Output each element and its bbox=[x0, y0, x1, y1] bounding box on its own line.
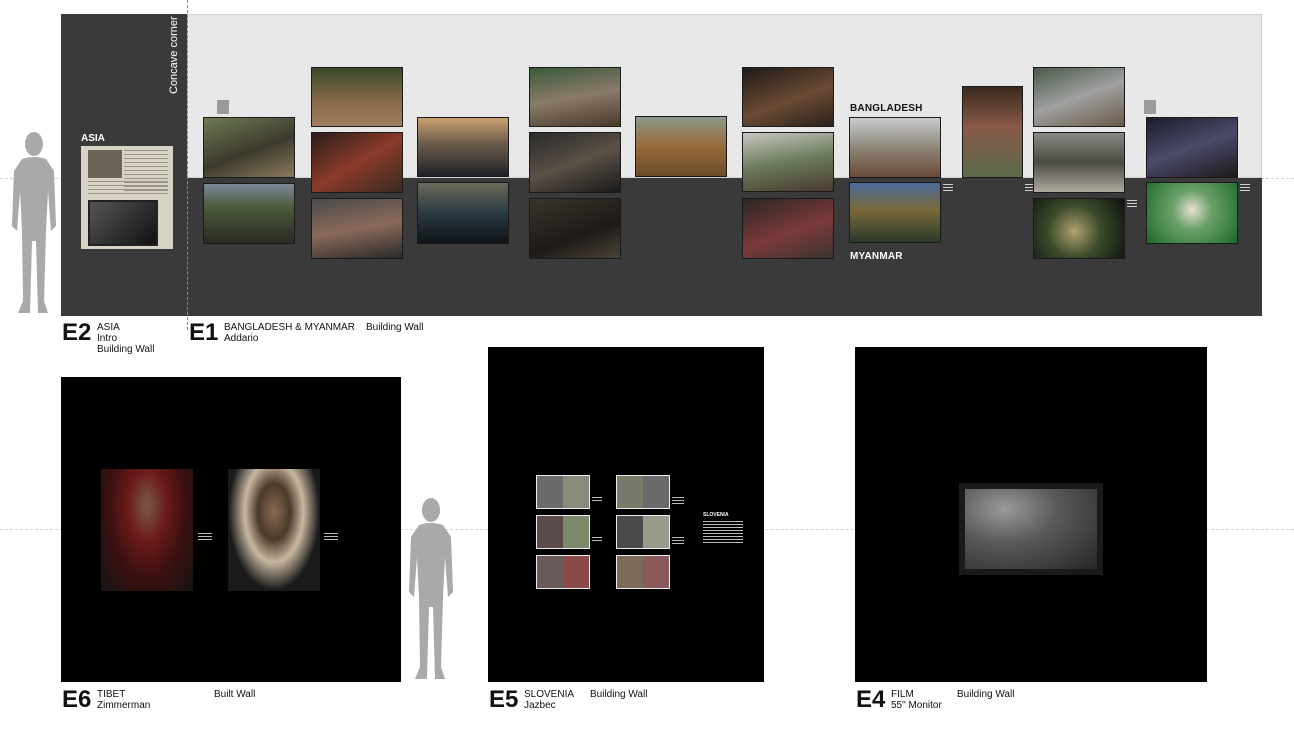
e6-code: E6 bbox=[62, 686, 92, 713]
photo-tibet-woman bbox=[101, 469, 193, 591]
e4-code: E4 bbox=[856, 686, 886, 713]
e1-code: E1 bbox=[189, 319, 219, 346]
photo bbox=[536, 555, 590, 589]
monitor-screen bbox=[965, 489, 1097, 569]
caption-text bbox=[198, 533, 212, 541]
caption-text bbox=[672, 497, 684, 505]
e1-line1: BANGLADESH & MYANMAR bbox=[224, 322, 355, 333]
e5-line1b: Building Wall bbox=[590, 689, 648, 700]
e5-code: E5 bbox=[489, 686, 519, 713]
caption-text bbox=[324, 533, 338, 541]
photo bbox=[529, 67, 621, 127]
photo bbox=[1146, 182, 1238, 244]
caption-text bbox=[592, 497, 602, 503]
photo bbox=[311, 198, 403, 259]
asia-intro-thumbnail bbox=[88, 150, 122, 178]
concave-corner-line bbox=[187, 0, 188, 330]
photo bbox=[849, 182, 941, 243]
asia-heading: ASIA bbox=[81, 133, 105, 144]
e2-line2: Intro bbox=[97, 333, 118, 344]
photo bbox=[1033, 67, 1125, 127]
caption-text bbox=[592, 537, 602, 543]
photo bbox=[529, 132, 621, 193]
slovenia-heading: SLOVENIA bbox=[703, 512, 729, 518]
photo bbox=[635, 116, 727, 177]
photo bbox=[742, 198, 834, 259]
photo bbox=[616, 555, 670, 589]
e4-line1b: Building Wall bbox=[957, 689, 1015, 700]
person-silhouette-icon bbox=[407, 497, 455, 683]
e6-line1b: Built Wall bbox=[214, 689, 256, 700]
marker-square bbox=[217, 100, 229, 114]
e1-line1b: Building Wall bbox=[366, 322, 424, 333]
photo bbox=[742, 132, 834, 192]
photo bbox=[1033, 198, 1125, 259]
caption-text bbox=[943, 184, 953, 192]
photo bbox=[616, 475, 670, 509]
person-silhouette-icon bbox=[10, 131, 58, 317]
e4-line2: 55" Monitor bbox=[891, 700, 942, 711]
concave-corner-label: Concave corner bbox=[168, 16, 188, 94]
photo bbox=[311, 132, 403, 193]
photo bbox=[616, 515, 670, 549]
e6-line1: TIBET bbox=[97, 689, 126, 700]
e4-line1: FILM bbox=[891, 689, 914, 700]
photo bbox=[849, 117, 941, 178]
photo bbox=[203, 117, 295, 178]
photo bbox=[1033, 132, 1125, 193]
photo bbox=[311, 67, 403, 127]
bangladesh-label: BANGLADESH bbox=[850, 103, 923, 114]
caption-text bbox=[1240, 184, 1250, 192]
e6-line2: Zimmerman bbox=[97, 700, 151, 711]
e5-line2: Jazbec bbox=[524, 700, 556, 711]
e1-line2: Addario bbox=[224, 333, 259, 344]
e5-line1: SLOVENIA bbox=[524, 689, 575, 700]
photo-tibet-child bbox=[228, 469, 320, 591]
e2-code: E2 bbox=[62, 319, 92, 346]
photo bbox=[536, 475, 590, 509]
photo bbox=[1146, 117, 1238, 178]
e2-line3: Building Wall bbox=[97, 344, 155, 355]
photo bbox=[742, 67, 834, 127]
myanmar-label: MYANMAR bbox=[850, 251, 903, 262]
photo bbox=[536, 515, 590, 549]
photo bbox=[203, 183, 295, 244]
e2-line1: ASIA bbox=[97, 322, 120, 333]
photo bbox=[962, 86, 1023, 178]
asia-intro-text-2 bbox=[88, 181, 168, 197]
photo bbox=[417, 182, 509, 244]
caption-text bbox=[1127, 200, 1137, 208]
tv-monitor-icon bbox=[88, 200, 158, 246]
slovenia-intro-text bbox=[703, 521, 743, 545]
marker-square bbox=[1144, 100, 1156, 114]
caption-text bbox=[672, 537, 684, 545]
photo bbox=[529, 198, 621, 259]
photo bbox=[417, 117, 509, 177]
